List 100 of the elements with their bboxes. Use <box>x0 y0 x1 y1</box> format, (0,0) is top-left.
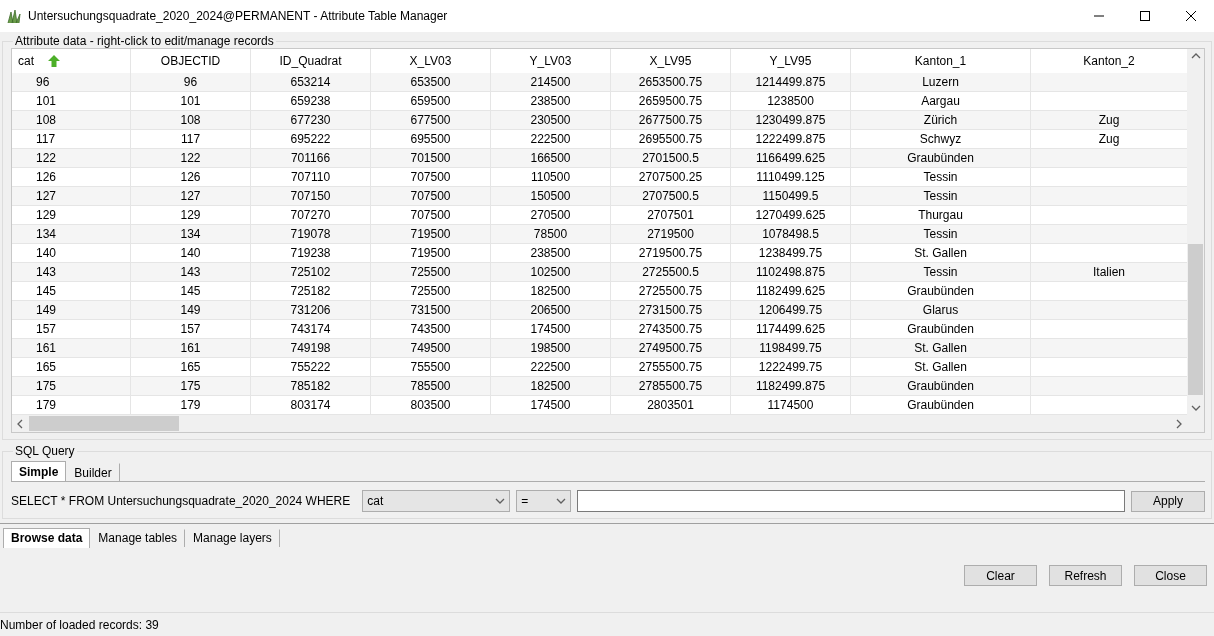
table-cell: 129 <box>12 206 131 225</box>
table-cell: 653500 <box>371 73 491 92</box>
table-cell: Graubünden <box>851 149 1031 168</box>
table-cell: Tessin <box>851 168 1031 187</box>
table-cell: 725182 <box>251 282 371 301</box>
group-title: SQL Query <box>14 444 76 458</box>
table-cell: Tessin <box>851 187 1031 206</box>
table-cell: 145 <box>12 282 131 301</box>
table-cell: 157 <box>131 320 251 339</box>
maximize-icon[interactable] <box>1140 11 1150 21</box>
table-cell: 161 <box>12 339 131 358</box>
table-cell: 701500 <box>371 149 491 168</box>
table-cell: 230500 <box>491 111 611 130</box>
table-cell: 140 <box>12 244 131 263</box>
table-cell: 2653500.75 <box>611 73 731 92</box>
action-button[interactable]: Refresh <box>1049 565 1122 586</box>
scroll-left-icon[interactable] <box>15 418 25 429</box>
table-cell: 2803501 <box>611 396 731 415</box>
table-cell: 2677500.75 <box>611 111 731 130</box>
table-cell: 126 <box>12 168 131 187</box>
table-cell: 1230499.875 <box>731 111 851 130</box>
table-cell: Graubünden <box>851 377 1031 396</box>
table-cell: 1238499.75 <box>731 244 851 263</box>
table-cell: 1102498.875 <box>731 263 851 282</box>
table-cell: 1206499.75 <box>731 301 851 320</box>
query-tab[interactable]: Builder <box>66 463 120 481</box>
table-cell: 101 <box>12 92 131 111</box>
close-icon[interactable] <box>1186 11 1196 21</box>
table-cell: 143 <box>12 263 131 282</box>
table-cell: 206500 <box>491 301 611 320</box>
dropdown-caret-icon[interactable] <box>495 496 506 506</box>
table-cell: 803174 <box>251 396 371 415</box>
vertical-scrollbar[interactable] <box>1187 49 1204 415</box>
table-cell: 725102 <box>251 263 371 282</box>
table-cell: Italien <box>1031 263 1187 282</box>
horizontal-scrollbar[interactable] <box>12 415 1187 432</box>
scroll-up-icon[interactable] <box>1190 51 1201 61</box>
table-cell: 707150 <box>251 187 371 206</box>
table-cell: 2659500.75 <box>611 92 731 111</box>
table-cell: 134 <box>12 225 131 244</box>
table-cell: 707500 <box>371 168 491 187</box>
table-cell: 161 <box>131 339 251 358</box>
table-cell: Graubünden <box>851 282 1031 301</box>
table-cell: 1174500 <box>731 396 851 415</box>
action-button[interactable]: Close <box>1134 565 1207 586</box>
table-cell: 166500 <box>491 149 611 168</box>
table-cell: 108 <box>131 111 251 130</box>
table-cell: 78500 <box>491 225 611 244</box>
table-cell: 659500 <box>371 92 491 111</box>
table-cell: 117 <box>131 130 251 149</box>
bottom-tab[interactable]: Manage layers <box>185 528 280 547</box>
table-cell: 222500 <box>491 358 611 377</box>
table-cell: 1182499.875 <box>731 377 851 396</box>
table-cell: 695500 <box>371 130 491 149</box>
bottom-tab[interactable]: Manage tables <box>90 528 186 547</box>
bottom-tab[interactable]: Browse data <box>3 527 91 548</box>
column-select[interactable]: cat <box>362 490 511 512</box>
table-cell: 677500 <box>371 111 491 130</box>
table-cell: 2785500.75 <box>611 377 731 396</box>
table-cell: 2707500.25 <box>611 168 731 187</box>
table-cell: 2731500.75 <box>611 301 731 320</box>
table-cell: 102500 <box>491 263 611 282</box>
action-button[interactable]: Clear <box>964 565 1037 586</box>
table-cell: 150500 <box>491 187 611 206</box>
operator-select[interactable]: = <box>516 490 572 512</box>
table-cell: 719500 <box>371 244 491 263</box>
table-cell: 695222 <box>251 130 371 149</box>
query-tab[interactable]: Simple <box>11 461 67 481</box>
apply-button[interactable]: Apply <box>1131 490 1205 512</box>
dropdown-caret-icon[interactable] <box>556 496 567 506</box>
table-cell: 653214 <box>251 73 371 92</box>
table-cell: 198500 <box>491 339 611 358</box>
table-cell: 755500 <box>371 358 491 377</box>
group-title: Attribute data - right-click to edit/manage records <box>14 34 275 48</box>
table-cell: 143 <box>131 263 251 282</box>
table-cell: 1238500 <box>731 92 851 111</box>
table-cell: 731206 <box>251 301 371 320</box>
table-cell: 1182499.625 <box>731 282 851 301</box>
table-cell: 2719500 <box>611 225 731 244</box>
table-cell: 731500 <box>371 301 491 320</box>
table-cell: 238500 <box>491 244 611 263</box>
status-text: Number of loaded records: 39 <box>0 617 159 632</box>
table-cell: Thurgau <box>851 206 1031 225</box>
table-cell: 2755500.75 <box>611 358 731 377</box>
table-cell: 2725500.5 <box>611 263 731 282</box>
table-cell: Glarus <box>851 301 1031 320</box>
table-cell: 719238 <box>251 244 371 263</box>
table-cell: 179 <box>12 396 131 415</box>
table-cell: 749198 <box>251 339 371 358</box>
query-value-field[interactable] <box>577 490 1125 512</box>
table-cell: 238500 <box>491 92 611 111</box>
table-cell: Schwyz <box>851 130 1031 149</box>
table-cell: 214500 <box>491 73 611 92</box>
table-cell: 175 <box>12 377 131 396</box>
scroll-down-icon[interactable] <box>1190 403 1201 413</box>
table-cell: 182500 <box>491 377 611 396</box>
table-cell: 122 <box>12 149 131 168</box>
scroll-right-icon[interactable] <box>1174 418 1184 429</box>
table-cell: 270500 <box>491 206 611 225</box>
table-cell: Zürich <box>851 111 1031 130</box>
